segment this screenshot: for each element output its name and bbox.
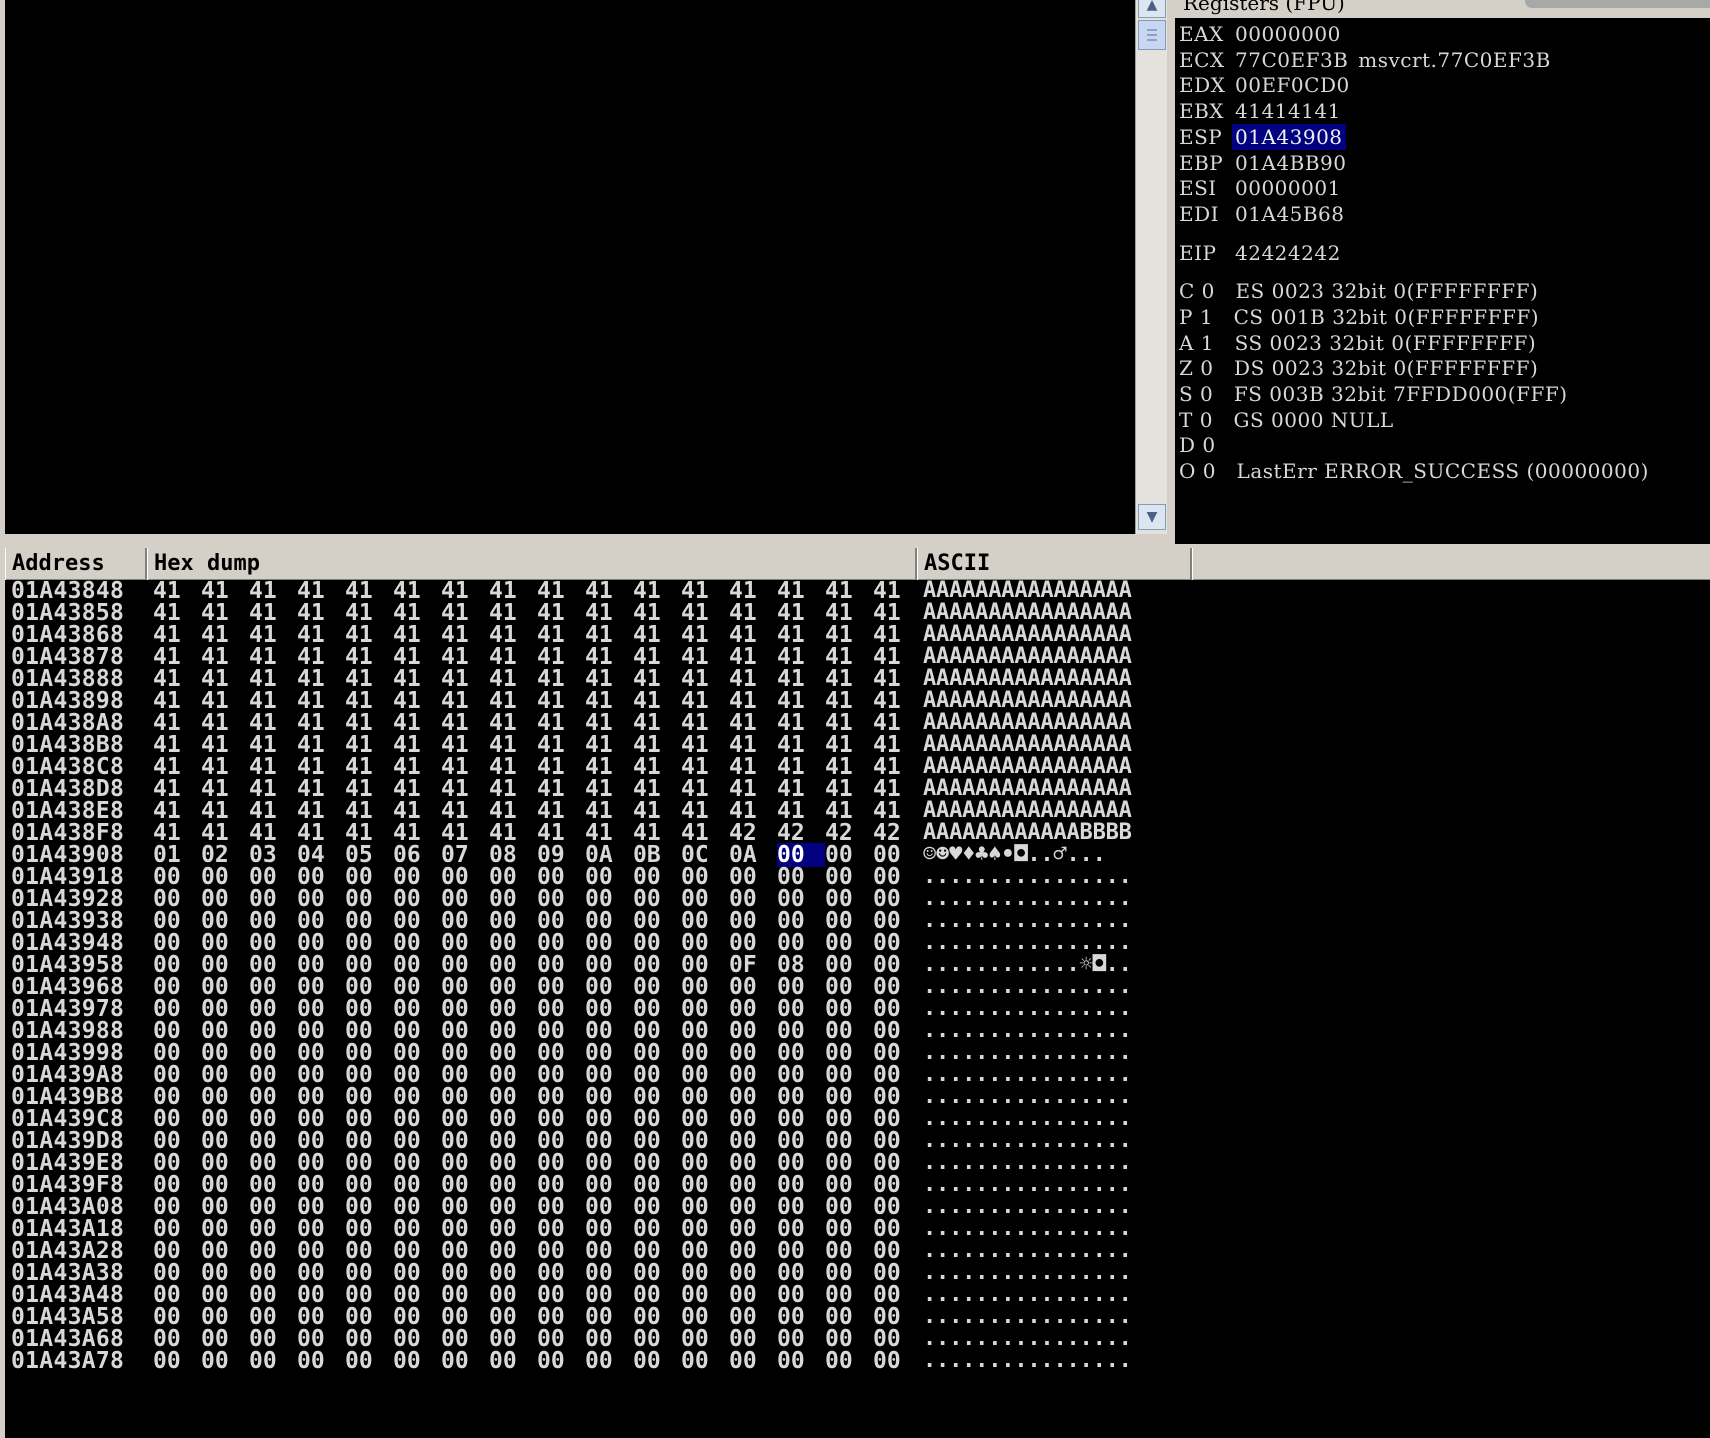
dump-byte[interactable]: 00 bbox=[825, 1349, 873, 1373]
disassembly-scrollbar[interactable]: ▲ ▼ bbox=[1135, 0, 1167, 534]
register-row-edx[interactable]: EDX 00EF0CD0 bbox=[1179, 72, 1353, 98]
register-name: EAX bbox=[1179, 22, 1224, 46]
register-value[interactable]: 01A45B68 bbox=[1232, 201, 1348, 227]
register-name: EDX bbox=[1179, 73, 1226, 98]
register-row-ebp[interactable]: EBP 01A4BB90 bbox=[1179, 150, 1349, 176]
column-ascii[interactable]: ASCII bbox=[917, 548, 1192, 580]
dump-byte[interactable]: 00 bbox=[393, 1349, 441, 1373]
flag-row[interactable]: Z 0 DS 0023 32bit 0(FFFFFFFF) bbox=[1179, 355, 1538, 381]
hex-dump-pane[interactable]: 01A43848 41 41 41 41 41 41 41 41 41 41 41 41 41 41 41 41… bbox=[5, 580, 1710, 1438]
register-row-edi[interactable]: EDI 01A45B68 bbox=[1179, 201, 1348, 227]
flag-row[interactable]: P 1 CS 001B 32bit 0(FFFFFFFF) bbox=[1179, 304, 1539, 330]
register-value[interactable]: 42424242 bbox=[1232, 240, 1344, 266]
column-address[interactable]: Address bbox=[5, 548, 147, 580]
dump-byte[interactable]: 00 bbox=[345, 1349, 393, 1373]
register-name: ECX bbox=[1179, 47, 1225, 72]
register-name: EBP bbox=[1179, 150, 1224, 175]
flag-row[interactable]: S 0 FS 003B 32bit 7FFDD000(FFF) bbox=[1179, 381, 1568, 407]
dump-address[interactable]: 01A43A78 bbox=[11, 1349, 124, 1373]
register-value[interactable]: 41414141 bbox=[1232, 98, 1344, 124]
column-filler bbox=[1192, 548, 1710, 580]
dump-byte[interactable]: 00 bbox=[729, 1349, 777, 1373]
registers-header[interactable]: Registers (FPU) bbox=[1175, 0, 1710, 18]
dump-byte[interactable]: 00 bbox=[153, 1349, 201, 1373]
chevron-down-icon[interactable]: ▼ bbox=[1138, 504, 1166, 530]
register-name: EDI bbox=[1179, 201, 1220, 226]
flag-row[interactable]: O 0 LastErr ERROR_SUCCESS (00000000) bbox=[1179, 458, 1649, 484]
register-row-esp[interactable]: ESP 01A43908 bbox=[1179, 123, 1346, 150]
register-row-eax[interactable]: EAX 00000000 bbox=[1179, 21, 1344, 47]
dump-byte[interactable]: 00 bbox=[585, 1349, 633, 1373]
dump-byte[interactable]: 00 bbox=[297, 1349, 345, 1373]
chevron-up-icon[interactable]: ▲ bbox=[1138, 0, 1166, 18]
register-value[interactable]: 00EF0CD0 bbox=[1232, 72, 1353, 98]
column-hex-dump[interactable]: Hex dump bbox=[147, 548, 917, 580]
register-value[interactable]: 00000001 bbox=[1232, 175, 1344, 201]
flag-row[interactable]: A 1 SS 0023 32bit 0(FFFFFFFF) bbox=[1179, 330, 1536, 356]
vertical-splitter[interactable] bbox=[1167, 0, 1175, 548]
register-value[interactable]: 00000000 bbox=[1232, 21, 1344, 47]
registers-title: Registers (FPU) bbox=[1183, 0, 1345, 15]
dump-byte[interactable]: 00 bbox=[537, 1349, 585, 1373]
registers-header-tab bbox=[1525, 0, 1710, 8]
dump-byte[interactable]: 00 bbox=[201, 1349, 249, 1373]
register-name: EBX bbox=[1179, 99, 1225, 124]
dump-byte[interactable]: 00 bbox=[489, 1349, 537, 1373]
register-value[interactable]: 01A43908 bbox=[1232, 123, 1346, 150]
register-comment: msvcrt.77C0EF3B bbox=[1351, 47, 1551, 72]
register-name: ESI bbox=[1179, 176, 1217, 201]
register-value[interactable]: 77C0EF3B bbox=[1232, 47, 1351, 73]
dump-bytes[interactable]: 00 00 00 00 00 00 00 00 00 00 00 00 00 00 00 00 bbox=[153, 1349, 921, 1373]
disassembly-pane[interactable] bbox=[5, 0, 1135, 534]
dump-byte[interactable]: 00 bbox=[249, 1349, 297, 1373]
dump-byte[interactable]: 00 bbox=[633, 1349, 681, 1373]
dump-column-header: Address Hex dump ASCII bbox=[5, 548, 1710, 580]
register-row-esi[interactable]: ESI 00000001 bbox=[1179, 175, 1344, 201]
grip-icon bbox=[1147, 29, 1157, 41]
dump-ascii[interactable]: ................ bbox=[923, 1349, 1132, 1373]
scrollbar-thumb[interactable] bbox=[1138, 20, 1166, 50]
register-name: ESP bbox=[1179, 124, 1223, 149]
flag-row[interactable]: C 0 ES 0023 32bit 0(FFFFFFFF) bbox=[1179, 278, 1538, 304]
register-name: EIP bbox=[1179, 240, 1217, 265]
flag-row[interactable]: T 0 GS 0000 NULL bbox=[1179, 407, 1394, 433]
dump-byte[interactable]: 00 bbox=[681, 1349, 729, 1373]
registers-pane[interactable]: EAX 00000000 ECX 77C0EF3B msvcrt.77C0EF3B ED… bbox=[1175, 18, 1710, 544]
register-row-ebx[interactable]: EBX 41414141 bbox=[1179, 98, 1344, 124]
dump-byte[interactable]: 00 bbox=[873, 1349, 921, 1373]
register-value[interactable]: 01A4BB90 bbox=[1232, 150, 1349, 176]
dump-byte[interactable]: 00 bbox=[441, 1349, 489, 1373]
register-row-eip[interactable]: EIP 42424242 bbox=[1179, 240, 1344, 266]
register-row-ecx[interactable]: ECX 77C0EF3B msvcrt.77C0EF3B bbox=[1179, 47, 1551, 73]
dump-byte[interactable]: 00 bbox=[777, 1349, 825, 1373]
flag-row[interactable]: D 0 bbox=[1179, 432, 1216, 458]
